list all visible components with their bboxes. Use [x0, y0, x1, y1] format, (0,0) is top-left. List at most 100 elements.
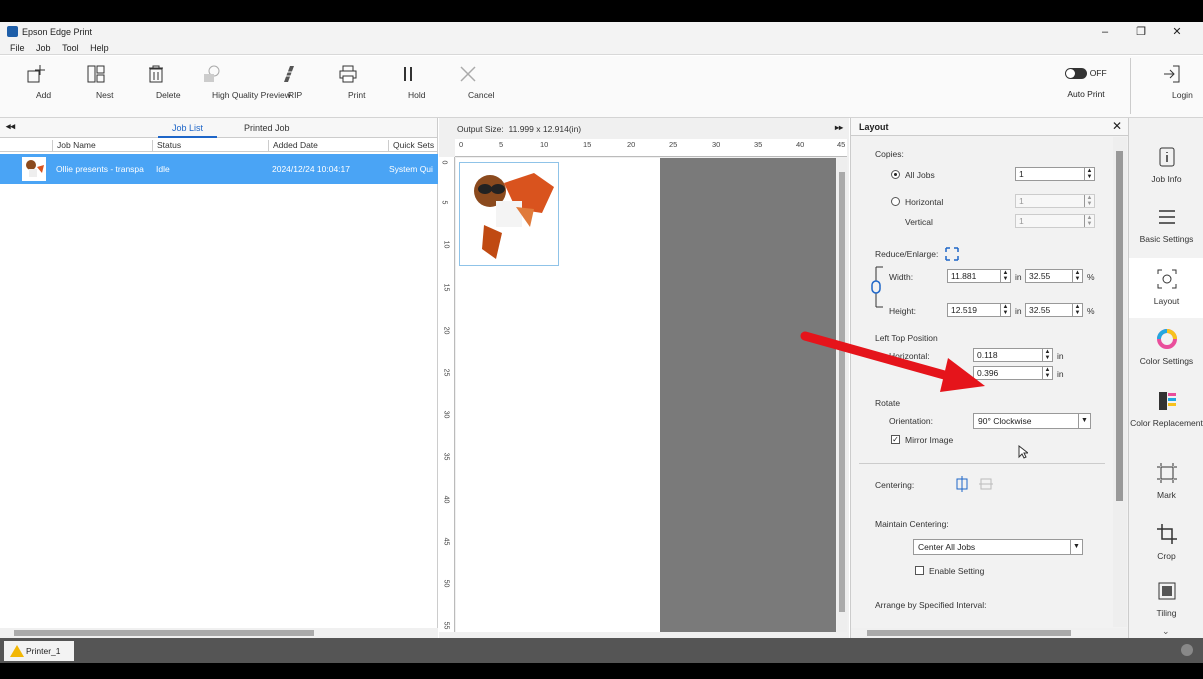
mirror-image-checkbox[interactable]: ✓: [891, 435, 900, 444]
layout-vscroll[interactable]: [1113, 137, 1127, 627]
width-unit: in: [1015, 272, 1022, 282]
rip-icon: [284, 66, 294, 82]
menu-job[interactable]: Job: [36, 42, 51, 54]
spin-arrows-icon[interactable]: ▲ ▼: [1072, 304, 1082, 316]
enable-setting-checkbox[interactable]: [915, 566, 924, 575]
layout-hscroll[interactable]: [851, 628, 1127, 638]
sidebar-item-mark[interactable]: Mark: [1129, 452, 1203, 512]
ruler-tick: 25: [669, 140, 678, 149]
fit-expand-icon[interactable]: [945, 247, 959, 261]
preview-vscroll[interactable]: [837, 158, 847, 632]
chevron-down-icon[interactable]: ▼: [1070, 540, 1082, 554]
sidebar-item-job-info[interactable]: Job Info: [1129, 136, 1203, 196]
sidebar-item-basic-settings[interactable]: Basic Settings: [1129, 196, 1203, 256]
ruler-tick: 30: [712, 140, 721, 149]
menu-file[interactable]: File: [10, 42, 25, 54]
toolbar-separator: [1130, 58, 1131, 114]
menu-tool[interactable]: Tool: [62, 42, 79, 54]
delete-button[interactable]: Delete: [130, 62, 182, 100]
scroll-thumb[interactable]: [1116, 151, 1123, 501]
login-button[interactable]: Login: [1146, 62, 1198, 100]
all-jobs-label: All Jobs: [905, 170, 935, 180]
table-row[interactable]: Ollie presents - transpa Idle 2024/12/24…: [0, 154, 438, 184]
job-list-hscroll[interactable]: [0, 628, 438, 638]
spin-arrows-icon[interactable]: ▲ ▼: [1084, 195, 1094, 207]
col-quick-sets[interactable]: Quick Sets: [388, 140, 438, 152]
close-button[interactable]: ✕: [1159, 24, 1195, 40]
ruler-tick: 10: [442, 240, 450, 249]
sidebar-scroll-down-icon[interactable]: ⌄: [1162, 626, 1170, 637]
spin-arrows-icon[interactable]: ▲ ▼: [1084, 168, 1094, 180]
spin-arrows-icon[interactable]: ▲ ▼: [1042, 367, 1052, 379]
horizontal-copies-input[interactable]: 1 ▲ ▼: [1015, 194, 1095, 208]
cancel-x-icon: [460, 66, 476, 82]
layout-close-button[interactable]: ✕: [1112, 119, 1122, 133]
vertical-copies-input[interactable]: 1 ▲ ▼: [1015, 214, 1095, 228]
lt-horizontal-value: 0.118: [977, 350, 998, 360]
center-horizontal-icon[interactable]: [955, 476, 969, 492]
scroll-thumb[interactable]: [839, 172, 845, 612]
hold-button[interactable]: Hold: [382, 62, 434, 100]
rip-button[interactable]: RIP: [262, 62, 314, 100]
lt-vertical-value: 0.396: [977, 368, 999, 378]
col-added-date[interactable]: Added Date: [268, 140, 386, 152]
chevron-down-icon[interactable]: ▼: [1078, 414, 1090, 428]
nest-icon: [87, 65, 105, 83]
sidebar-label: Color Settings: [1139, 356, 1194, 366]
horizontal-radio[interactable]: [891, 197, 900, 206]
sidebar-item-color-settings[interactable]: Color Settings: [1129, 318, 1203, 378]
col-job-name[interactable]: Job Name: [52, 140, 152, 152]
scroll-thumb[interactable]: [867, 630, 1071, 636]
print-button[interactable]: Print: [322, 62, 374, 100]
settings-gear-icon[interactable]: [1181, 644, 1193, 656]
tiling-icon: [1158, 582, 1175, 600]
high-quality-preview-button[interactable]: High Quality Preview: [186, 62, 291, 100]
expand-layout-button[interactable]: ▸▸: [835, 123, 843, 132]
auto-print-toggle[interactable]: OFF Auto Print: [1055, 62, 1117, 99]
width-percent-input[interactable]: 32.55 ▲ ▼: [1025, 269, 1083, 283]
collapse-left-button[interactable]: ◂◂: [6, 121, 15, 132]
add-button[interactable]: Add: [10, 62, 62, 100]
sidebar-item-tiling[interactable]: Tiling: [1129, 570, 1203, 630]
width-value: 11.881: [951, 271, 977, 281]
lt-horizontal-input[interactable]: 0.118 ▲ ▼: [973, 348, 1053, 362]
all-jobs-radio[interactable]: [891, 170, 900, 179]
spin-arrows-icon[interactable]: ▲ ▼: [1000, 304, 1010, 316]
aspect-link-icon[interactable]: [869, 265, 883, 309]
all-jobs-copies-input[interactable]: 1 ▲ ▼: [1015, 167, 1095, 181]
nest-button[interactable]: Nest: [70, 62, 122, 100]
spin-arrows-icon[interactable]: ▲ ▼: [1072, 270, 1082, 282]
job-status-cell: Idle: [156, 164, 170, 174]
tab-job-list[interactable]: Job List: [158, 123, 218, 138]
sidebar-item-crop[interactable]: Crop: [1129, 513, 1203, 573]
ruler-tick: 50: [442, 579, 450, 588]
ruler-tick: 35: [754, 140, 763, 149]
spin-arrows-icon[interactable]: ▲ ▼: [1084, 215, 1094, 227]
minimize-button[interactable]: –: [1087, 24, 1123, 40]
orientation-select[interactable]: 90° Clockwise ▼: [973, 413, 1091, 429]
printer-tab[interactable]: Printer_1: [4, 641, 74, 661]
maintain-centering-select[interactable]: Center All Jobs ▼: [913, 539, 1083, 555]
color-wheel-icon: [1156, 329, 1177, 349]
width-input[interactable]: 11.881 ▲ ▼: [947, 269, 1011, 283]
menu-help[interactable]: Help: [90, 42, 109, 54]
sidebar-item-layout[interactable]: Layout: [1129, 258, 1203, 318]
sidebar-item-color-replacement[interactable]: Color Replacement: [1129, 380, 1203, 450]
title-bar: Epson Edge Print – ❐ ✕: [0, 22, 1203, 42]
crop-icon: [1156, 524, 1177, 544]
lt-unit: in: [1057, 351, 1064, 361]
scroll-thumb[interactable]: [14, 630, 314, 636]
spin-arrows-icon[interactable]: ▲ ▼: [1000, 270, 1010, 282]
col-status[interactable]: Status: [152, 140, 268, 152]
lt-vertical-input[interactable]: 0.396 ▲ ▼: [973, 366, 1053, 380]
job-image-preview[interactable]: [459, 162, 559, 266]
cancel-button[interactable]: Cancel: [442, 62, 494, 100]
restore-button[interactable]: ❐: [1123, 24, 1159, 40]
height-percent-input[interactable]: 32.55 ▲ ▼: [1025, 303, 1083, 317]
mark-icon: [1156, 463, 1177, 483]
spin-arrows-icon[interactable]: ▲ ▼: [1042, 349, 1052, 361]
center-vertical-icon[interactable]: [979, 476, 993, 492]
job-list-panel: ◂◂ Job List Printed Job Job Name Status …: [0, 118, 438, 638]
tab-printed-job[interactable]: Printed Job: [244, 123, 290, 133]
height-input[interactable]: 12.519 ▲ ▼: [947, 303, 1011, 317]
